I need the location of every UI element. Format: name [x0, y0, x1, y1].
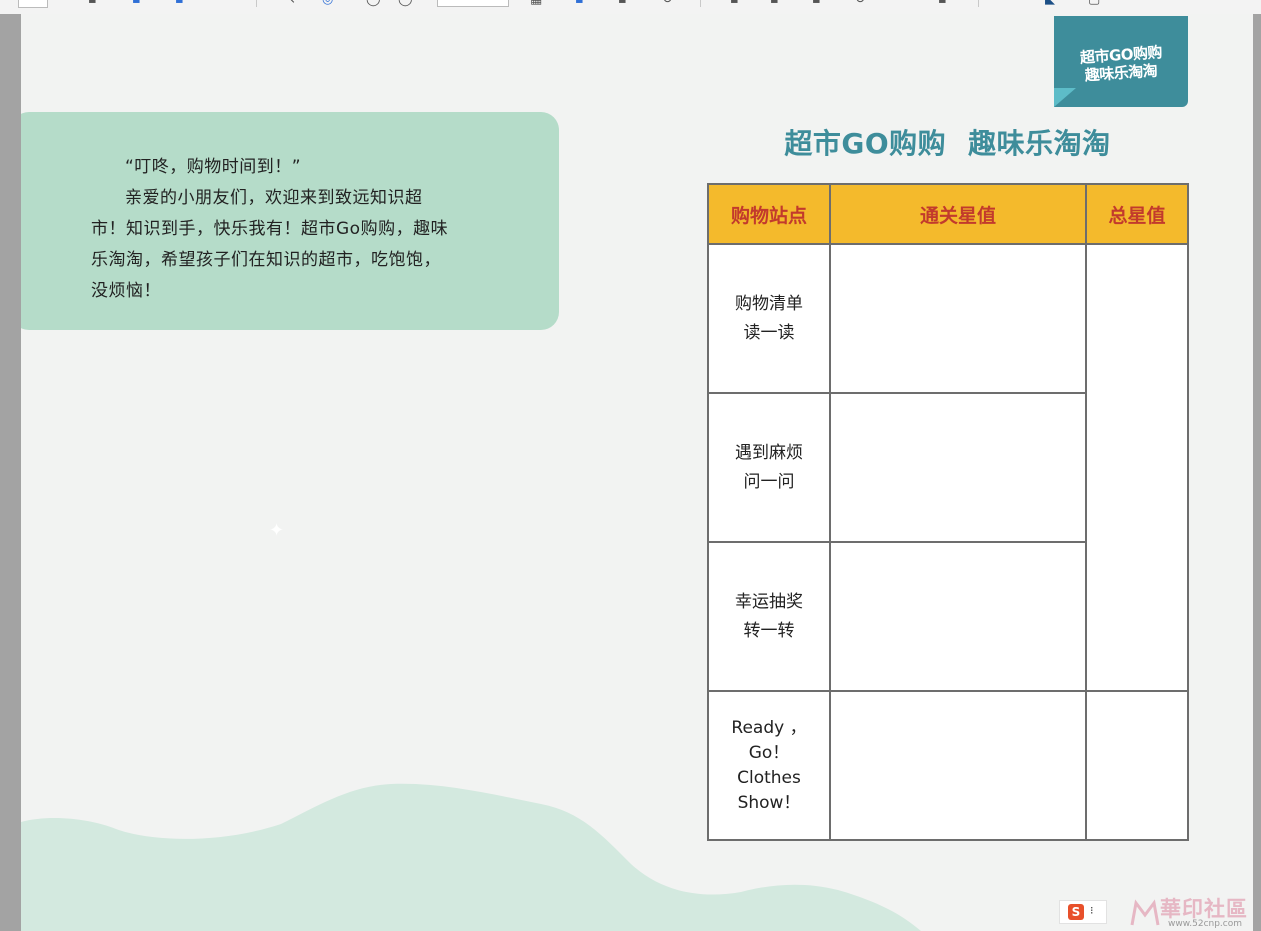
level-stars-cell [829, 243, 1087, 394]
toolbar-field[interactable] [18, 0, 48, 8]
toolbar-comment-icon[interactable]: ▢ [1088, 0, 1100, 7]
toolbar-separator [700, 0, 701, 7]
brand-tag-fold [1054, 88, 1076, 107]
toolbar-zoom-icon[interactable]: ◎ [322, 0, 333, 7]
title-right: 趣味乐淘淘 [968, 127, 1111, 160]
level-stars-cell [829, 690, 1087, 841]
viewer-toolbar: ▪ ▪ ▪ ↖ ◎ ◯ ◯ ▦ ▪ ▪ ↻ ▪ ▪ ▪ ↺ ▪ ◣ ▢ [0, 0, 1261, 15]
station-name: 幸运抽奖 [735, 591, 803, 612]
total-stars-cell [1085, 690, 1189, 841]
toolbar-page-view-icon[interactable]: ▪ [575, 0, 584, 7]
header-station: 购物站点 [707, 183, 831, 245]
station-name: 购物清单 [735, 293, 803, 314]
watermark-url: www.52cnp.com [1168, 919, 1243, 929]
viewer-left-gutter [0, 14, 21, 931]
toolbar-layout-icon[interactable]: ▪ [618, 0, 627, 7]
station-name: Ready ，Go！ [731, 717, 807, 763]
level-stars-cell [829, 392, 1087, 543]
toolbar-zoom-out-icon[interactable]: ◯ [366, 0, 381, 7]
station-name-line2: Clothes Show！ [737, 767, 801, 813]
toolbar-page-icon[interactable]: ▪ [88, 0, 97, 7]
toolbar-save-icon[interactable]: ▪ [132, 0, 141, 7]
station-cell: 遇到麻烦 问一问 [707, 392, 831, 543]
toolbar-separator [978, 0, 979, 7]
toolbar-sign-icon[interactable]: ◣ [1045, 0, 1055, 7]
table-row: Ready ，Go！ Clothes Show！ [707, 690, 1189, 841]
toolbar-print-icon[interactable]: ▪ [175, 0, 184, 7]
watermark: 華印社區 www.52cnp.com [1130, 893, 1261, 931]
header-level-stars: 通关星值 [829, 183, 1087, 245]
intro-body: 亲爱的小朋友们，欢迎来到致远知识超市！知识到手，快乐我有！超市Go购购，趣味乐淘… [91, 188, 449, 301]
station-name: 遇到麻烦 [735, 442, 803, 463]
watermark-logo-icon [1130, 899, 1160, 926]
ime-toolbar[interactable]: S ⁝ [1059, 900, 1107, 924]
intro-text: “叮咚，购物时间到！” 亲爱的小朋友们，欢迎来到致远知识超市！知识到手，快乐我有… [91, 152, 455, 307]
ime-menu-icon[interactable]: ⁝ [1090, 904, 1094, 917]
toolbar-fit-icon[interactable]: ▦ [530, 0, 542, 7]
page-title: 超市GO购购 趣味乐淘淘 [707, 122, 1188, 162]
station-name-line2: 读一读 [743, 322, 795, 343]
total-stars-cell [1085, 243, 1189, 692]
header-total-stars: 总星值 [1085, 183, 1189, 245]
viewer-scrollbar[interactable] [1253, 14, 1261, 931]
toolbar-tool-icon[interactable]: ▪ [730, 0, 739, 7]
station-name-line2: 问一问 [743, 471, 795, 492]
station-cell: 幸运抽奖 转一转 [707, 541, 831, 692]
title-left: 超市GO购购 [784, 127, 947, 160]
document-page: 超市GO购购 趣味乐淘淘 “叮咚，购物时间到！” 亲爱的小朋友们，欢迎来到致远知… [21, 14, 1253, 931]
level-stars-cell [829, 541, 1087, 692]
toolbar-tool-icon[interactable]: ▪ [812, 0, 821, 7]
station-cell: 购物清单 读一读 [707, 243, 831, 394]
station-name-line2: 转一转 [743, 620, 795, 641]
toolbar-tool-icon[interactable]: ▪ [770, 0, 779, 7]
brand-tag-text: 超市GO购购 趣味乐淘淘 [1061, 43, 1181, 84]
score-table-header: 购物站点 通关星值 总星值 [707, 183, 1189, 245]
decoration-sparkle-icon: ✦ [269, 520, 285, 541]
table-row: 购物清单 读一读 [707, 243, 1189, 692]
toolbar-separator [256, 0, 257, 7]
score-table: 购物站点 通关星值 总星值 购物清单 读一读 遇到麻烦 问一问 幸运抽奖 转一转… [707, 183, 1189, 841]
toolbar-zoom-in-icon[interactable]: ◯ [398, 0, 413, 7]
toolbar-tool-icon[interactable]: ↺ [855, 0, 866, 7]
toolbar-rotate-icon[interactable]: ↻ [662, 0, 673, 7]
intro-quote: “叮咚，购物时间到！” [125, 157, 302, 177]
toolbar-tool-icon[interactable]: ▪ [938, 0, 947, 7]
toolbar-pointer-icon[interactable]: ↖ [285, 0, 296, 7]
sogou-ime-icon[interactable]: S [1068, 904, 1084, 920]
station-cell: Ready ，Go！ Clothes Show！ [707, 690, 831, 841]
zoom-input[interactable] [437, 0, 509, 7]
